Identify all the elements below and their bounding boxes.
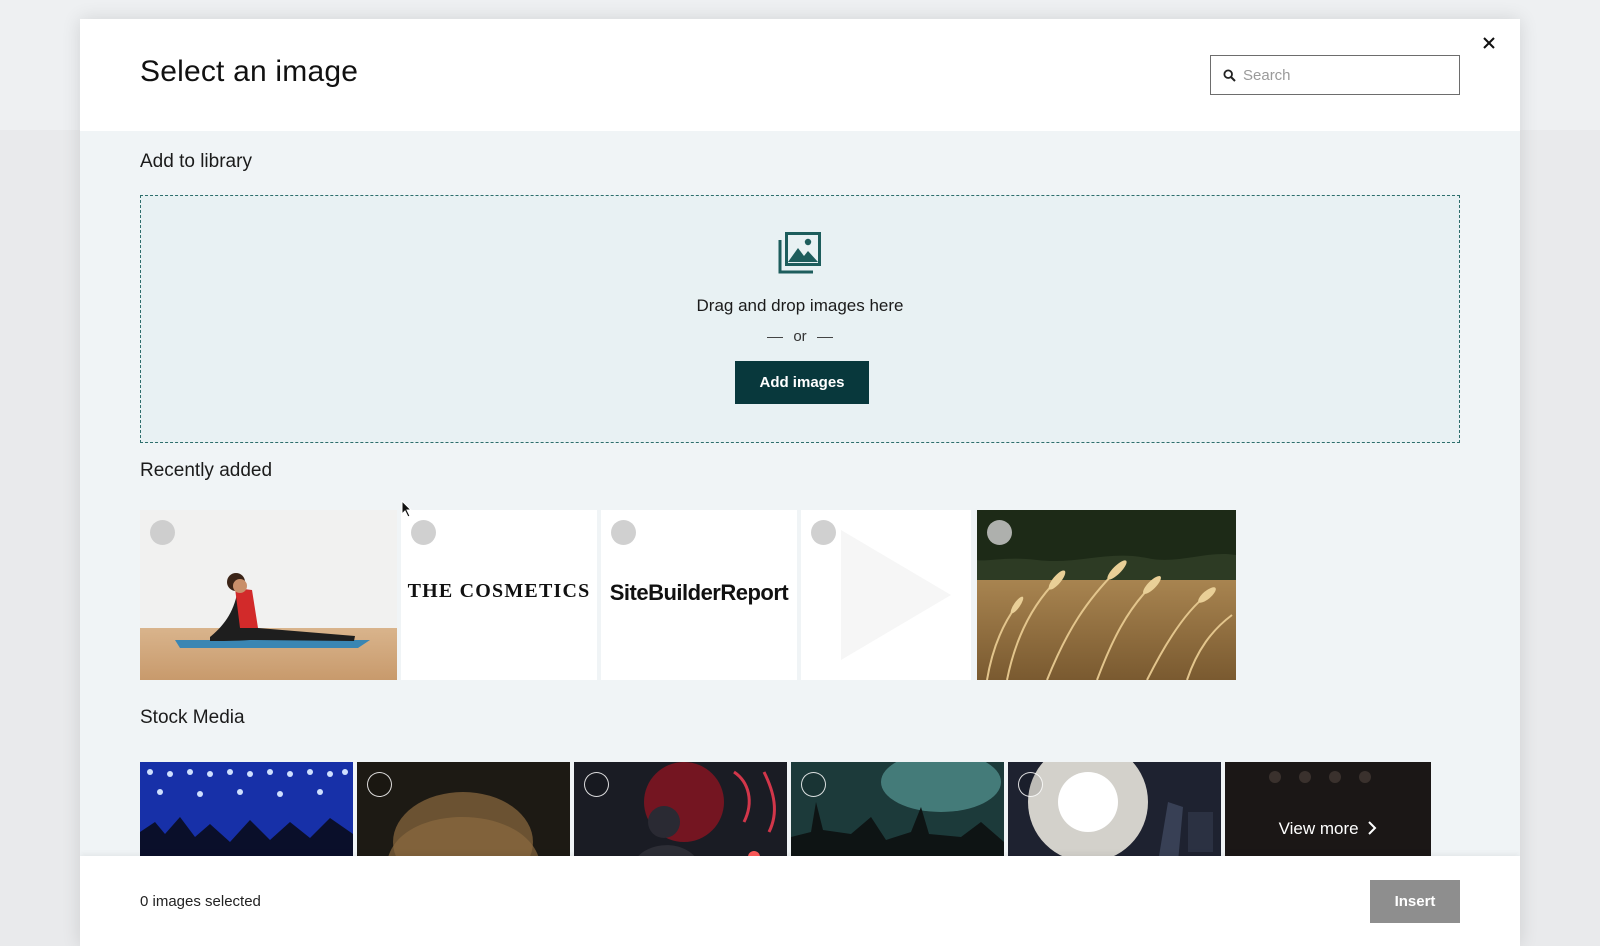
yoga-photo — [140, 510, 397, 680]
search-input[interactable] — [1243, 56, 1453, 94]
view-more-label: View more — [1278, 819, 1359, 838]
concert-blue-photo — [140, 762, 353, 862]
select-image-modal: Select an image Add to library Drag and … — [80, 19, 1520, 946]
stock-image-crowd-hands[interactable] — [791, 762, 1004, 862]
mouse-cursor-icon — [401, 500, 413, 518]
image-dropzone[interactable]: Drag and drop images here or Add images — [140, 195, 1460, 443]
sitebuilderreport-logo-text: SiteBuilderReport — [609, 580, 789, 605]
modal-title: Select an image — [140, 55, 359, 88]
select-circle[interactable] — [811, 520, 836, 545]
view-more-link[interactable]: View more — [1225, 819, 1431, 839]
search-box[interactable] — [1210, 55, 1460, 95]
stock-image-dark-stage[interactable] — [357, 762, 570, 862]
chevron-right-icon — [1368, 821, 1377, 835]
stock-image-drum-kit[interactable]: View more — [1225, 762, 1431, 862]
recent-image-wheat-field[interactable] — [977, 510, 1236, 680]
select-circle[interactable] — [1018, 772, 1043, 797]
image-gallery-icon — [778, 232, 821, 274]
recent-image-blank[interactable] — [801, 510, 971, 680]
select-circle[interactable] — [367, 772, 392, 797]
recent-image-cosmetics[interactable]: THE COSMETICS — [401, 510, 597, 680]
or-divider: or — [141, 328, 1459, 345]
stock-image-spotlight[interactable] — [1008, 762, 1221, 862]
recent-image-yoga[interactable] — [140, 510, 397, 680]
insert-button[interactable]: Insert — [1370, 880, 1460, 923]
modal-header: Select an image — [80, 19, 1520, 131]
recent-image-sitebuilderreport[interactable]: SiteBuilderReport — [601, 510, 797, 680]
drum-kit-photo — [1225, 762, 1431, 862]
stock-image-concert-blue[interactable] — [140, 762, 353, 862]
select-circle[interactable] — [611, 520, 636, 545]
select-circle[interactable] — [987, 520, 1012, 545]
stock-image-singer-red[interactable] — [574, 762, 787, 862]
drag-drop-text: Drag and drop images here — [696, 296, 904, 315]
wheat-field-photo — [977, 510, 1236, 680]
select-circle[interactable] — [411, 520, 436, 545]
close-icon — [1483, 37, 1495, 49]
select-circle[interactable] — [801, 772, 826, 797]
recently-added-title: Recently added — [140, 460, 273, 481]
selected-count-text: 0 images selected — [140, 893, 261, 910]
cosmetics-logo-text: THE COSMETICS — [407, 580, 591, 602]
select-circle[interactable] — [584, 772, 609, 797]
search-icon — [1223, 69, 1236, 82]
stock-media-title: Stock Media — [140, 707, 245, 728]
close-button[interactable] — [1477, 31, 1501, 55]
or-text: or — [793, 328, 807, 345]
add-images-button[interactable]: Add images — [735, 361, 869, 404]
select-circle[interactable] — [150, 520, 175, 545]
add-to-library-title: Add to library — [140, 151, 252, 172]
modal-footer: 0 images selected Insert — [80, 856, 1520, 946]
